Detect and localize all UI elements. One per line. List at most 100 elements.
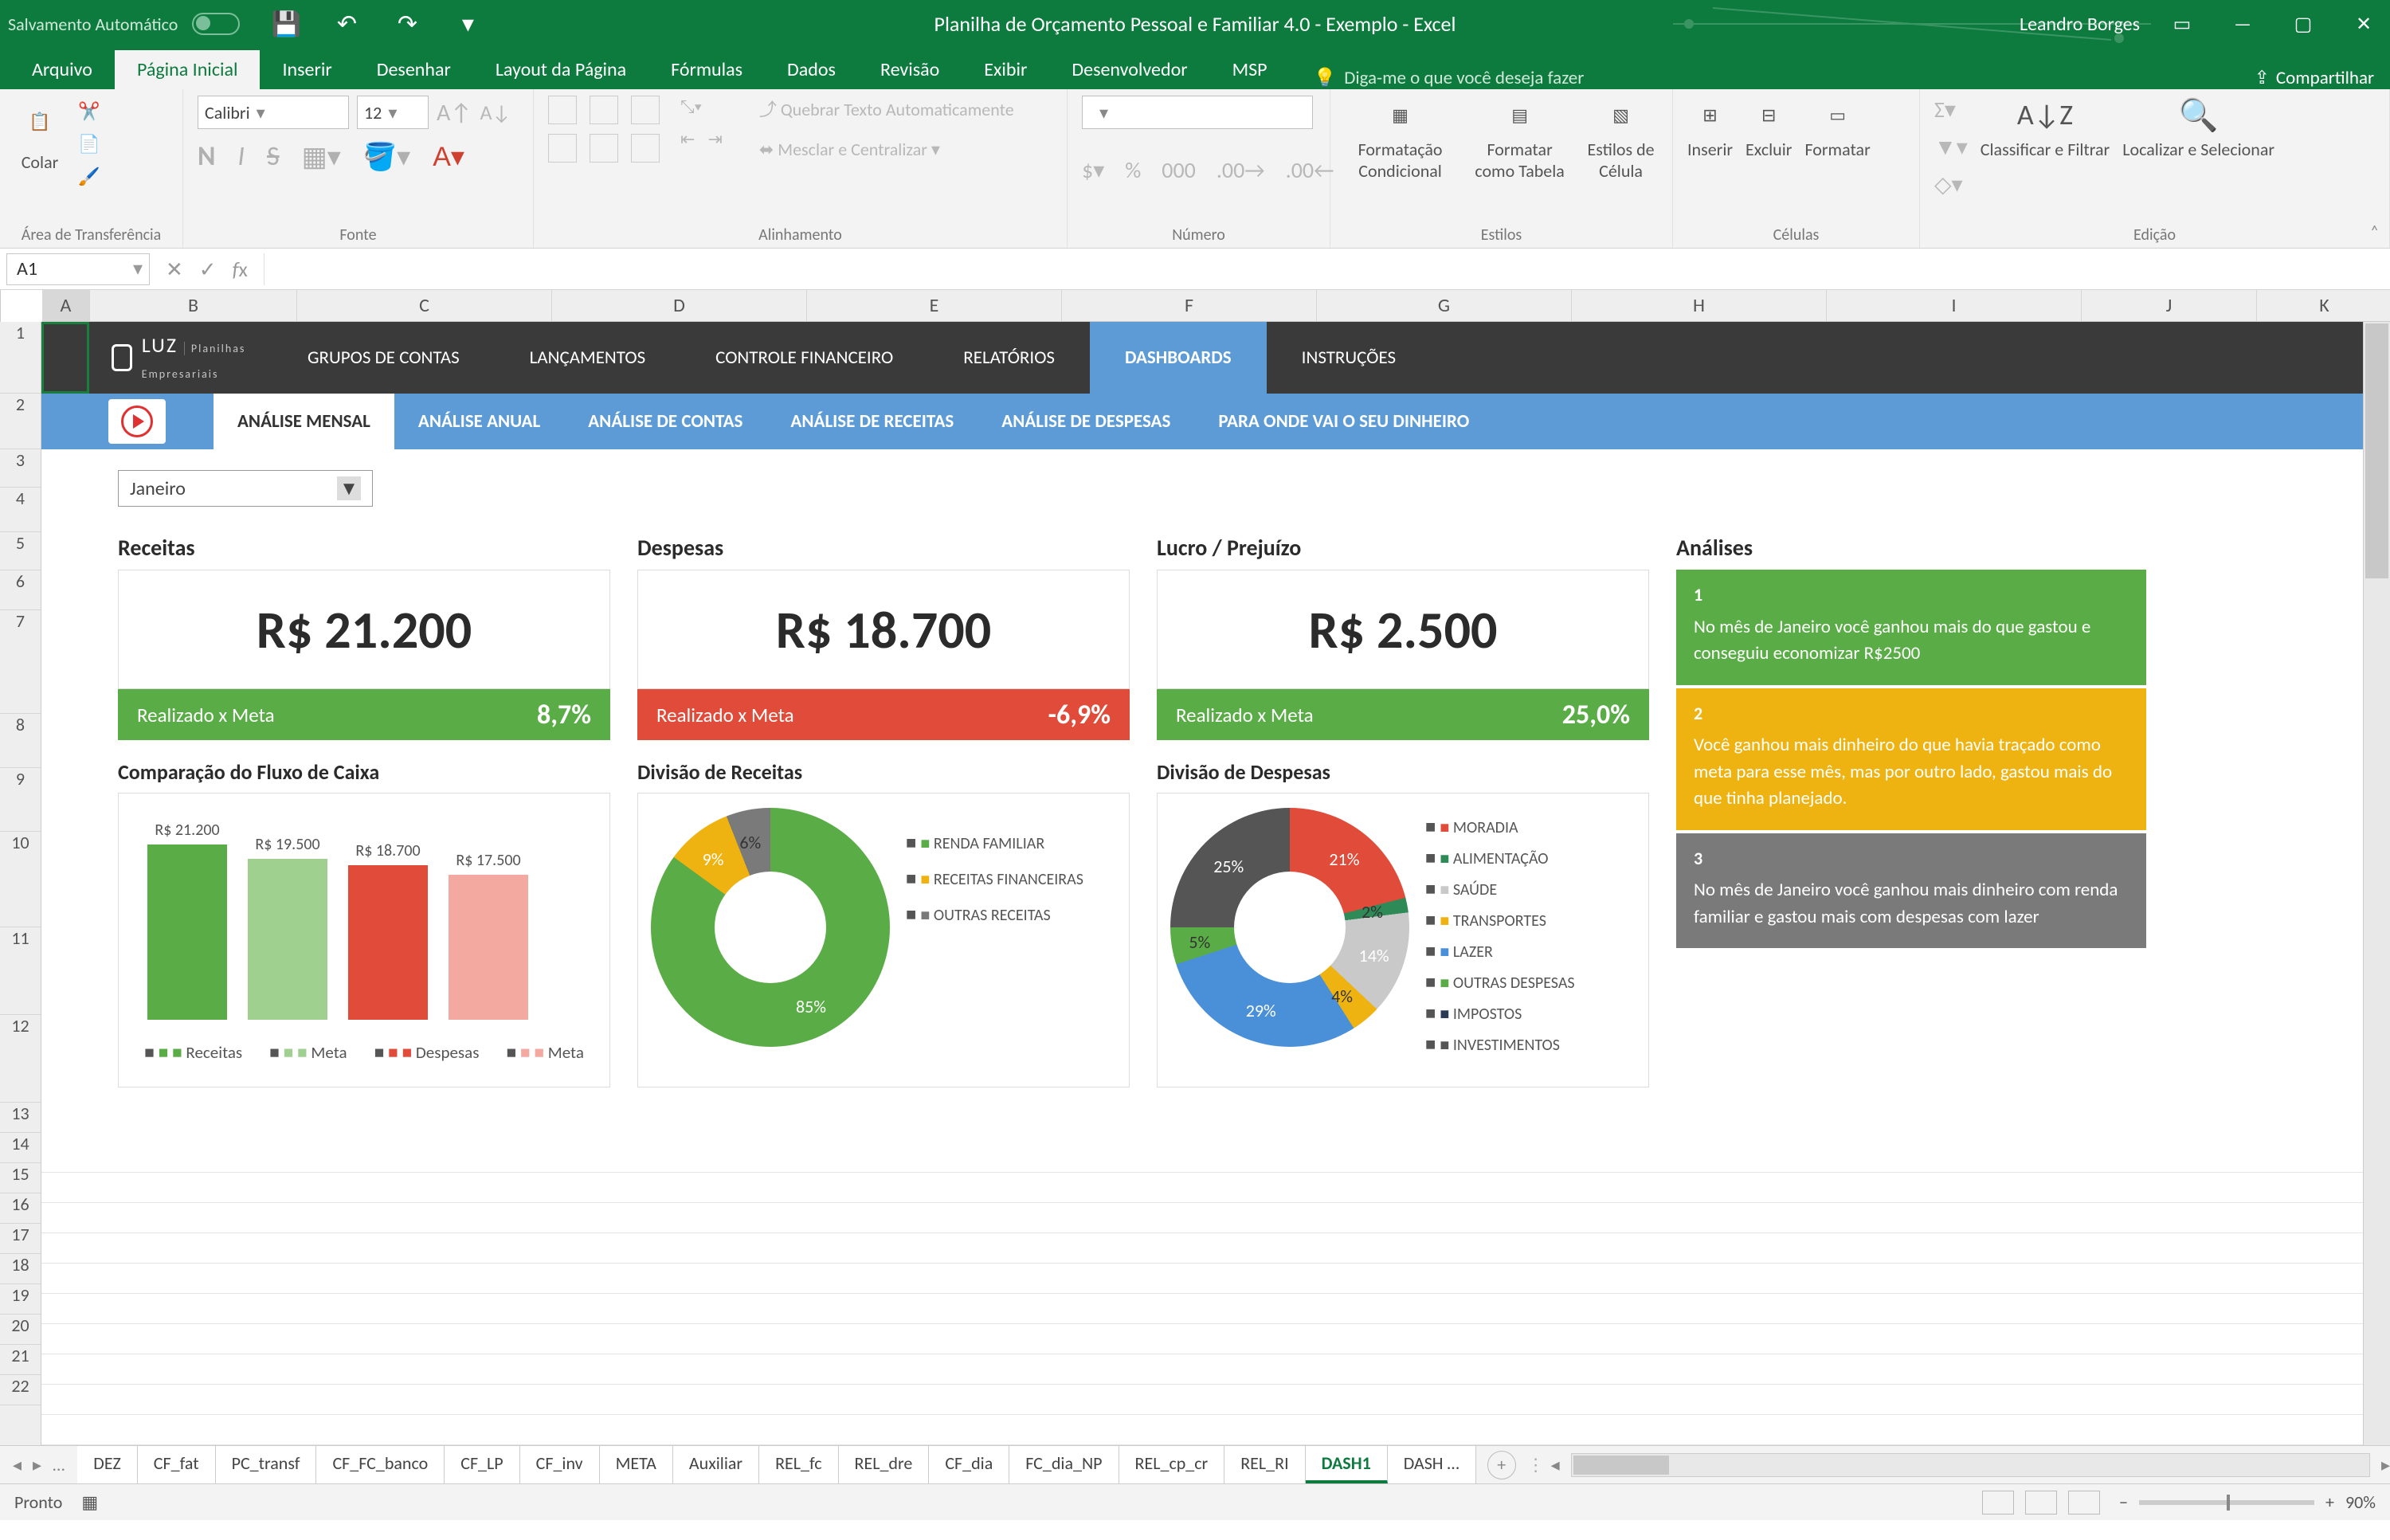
- sheet-tab[interactable]: DASH1: [1306, 1446, 1388, 1483]
- row-19[interactable]: 19: [0, 1284, 41, 1315]
- sheet-tab[interactable]: CF_LP: [445, 1446, 519, 1483]
- col-J[interactable]: J: [2082, 290, 2257, 321]
- row-12[interactable]: 12: [0, 1015, 41, 1103]
- col-K[interactable]: K: [2257, 290, 2390, 321]
- sheet-tab[interactable]: DASH …: [1388, 1446, 1476, 1483]
- format-painter-icon[interactable]: 🖌️: [78, 166, 100, 187]
- view-layout-icon[interactable]: [2025, 1491, 2057, 1515]
- play-button[interactable]: [108, 399, 166, 444]
- toggle-icon[interactable]: [192, 13, 240, 35]
- row-4[interactable]: 4: [0, 488, 41, 532]
- row-8[interactable]: 8: [0, 714, 41, 768]
- row-7[interactable]: 7: [0, 610, 41, 714]
- percent-icon[interactable]: %: [1125, 156, 1141, 184]
- row-6[interactable]: 6: [0, 570, 41, 610]
- format-as-table-button[interactable]: ▤Formatar como Tabela: [1468, 96, 1571, 182]
- select-all-corner[interactable]: [0, 290, 1, 322]
- row-2[interactable]: 2: [0, 394, 41, 449]
- cancel-formula-icon[interactable]: ✕: [166, 257, 183, 282]
- col-D[interactable]: D: [552, 290, 807, 321]
- view-switcher[interactable]: [1982, 1491, 2100, 1515]
- indent-increase-icon[interactable]: ⇥: [707, 128, 722, 150]
- row-5[interactable]: 5: [0, 532, 41, 570]
- sheet-tab[interactable]: FC_dia_NP: [1009, 1446, 1119, 1483]
- merge-center-button[interactable]: ⬌ Mesclar e Centralizar ▾: [759, 139, 1014, 160]
- row-13[interactable]: 13: [0, 1103, 41, 1133]
- ribbon-tab-revisao[interactable]: Revisão: [858, 50, 962, 89]
- row-1[interactable]: 1: [0, 322, 41, 394]
- month-dropdown[interactable]: Janeiro ▼: [118, 470, 373, 507]
- subtab-anual[interactable]: ANÁLISE ANUAL: [394, 394, 564, 449]
- ribbon-tab-layout[interactable]: Layout da Página: [473, 50, 648, 89]
- col-H[interactable]: H: [1572, 290, 1827, 321]
- row-3[interactable]: 3: [0, 449, 41, 488]
- indent-decrease-icon[interactable]: ⇤: [680, 128, 695, 150]
- ribbon-tab-msp[interactable]: MSP: [1210, 50, 1290, 89]
- sheet-tab[interactable]: PC_transf: [216, 1446, 317, 1483]
- alignment-grid[interactable]: [548, 96, 660, 163]
- wrap-text-button[interactable]: ⤴ Quebrar Texto Automaticamente: [759, 96, 1014, 121]
- currency-icon[interactable]: $▾: [1082, 156, 1104, 184]
- zoom-slider[interactable]: [2139, 1500, 2314, 1505]
- sheet-tab[interactable]: REL_dre: [839, 1446, 930, 1483]
- conditional-formatting-button[interactable]: ▦Formatação Condicional: [1345, 96, 1456, 182]
- name-box[interactable]: A1▾: [6, 253, 150, 285]
- sheet-nav-more-icon[interactable]: …: [53, 1454, 65, 1475]
- italic-icon[interactable]: I: [237, 140, 245, 173]
- ribbon-tab-exibir[interactable]: Exibir: [962, 50, 1049, 89]
- row-14[interactable]: 14: [0, 1133, 41, 1163]
- horizontal-scrollbar[interactable]: [1571, 1453, 2370, 1477]
- hscroll-left-icon[interactable]: ◂: [1551, 1454, 1560, 1475]
- clear-icon[interactable]: ◇▾: [1934, 170, 1968, 198]
- undo-icon[interactable]: ↶: [332, 10, 361, 38]
- tell-me-search[interactable]: 💡 Diga-me o que você deseja fazer: [1314, 67, 1585, 89]
- ribbon-tab-dados[interactable]: Dados: [765, 50, 858, 89]
- row-10[interactable]: 10: [0, 832, 41, 927]
- hscroll-right-icon[interactable]: ▸: [2381, 1454, 2390, 1475]
- autosave-toggle[interactable]: Salvamento Automático: [8, 13, 240, 35]
- fill-icon[interactable]: ▼▾: [1934, 133, 1968, 161]
- nav-instrucoes[interactable]: INSTRUÇÕES: [1267, 347, 1431, 370]
- sheet-nav-first-icon[interactable]: ◂: [13, 1454, 22, 1475]
- delete-cells-button[interactable]: ⊟Excluir: [1745, 96, 1792, 160]
- ribbon-options-icon[interactable]: ▭: [2164, 6, 2200, 42]
- sheet-tab[interactable]: CF_FC_banco: [316, 1446, 445, 1483]
- nav-relatorios[interactable]: RELATÓRIOS: [928, 347, 1090, 370]
- cell-styles-button[interactable]: ▧Estilos de Célula: [1584, 96, 1658, 182]
- zoom-value[interactable]: 90%: [2345, 1491, 2376, 1513]
- ribbon-tab-pagina-inicial[interactable]: Página Inicial: [115, 50, 261, 89]
- format-cells-button[interactable]: ▭Formatar: [1804, 96, 1870, 160]
- zoom-out-icon[interactable]: −: [2119, 1491, 2128, 1513]
- subtab-mensal[interactable]: ANÁLISE MENSAL: [214, 394, 394, 449]
- subtab-receitas[interactable]: ANÁLISE DE RECEITAS: [766, 394, 978, 449]
- insert-cells-button[interactable]: ⊞Inserir: [1687, 96, 1733, 160]
- row-21[interactable]: 21: [0, 1345, 41, 1375]
- empty-rows[interactable]: [41, 1142, 2363, 1445]
- row-22[interactable]: 22: [0, 1375, 41, 1405]
- sheet-tab[interactable]: DEZ: [77, 1446, 137, 1483]
- fx-icon[interactable]: fx: [233, 257, 248, 282]
- close-icon[interactable]: ✕: [2345, 6, 2382, 42]
- save-icon[interactable]: 💾: [272, 10, 300, 38]
- ribbon-tab-desenvolvedor[interactable]: Desenvolvedor: [1049, 50, 1209, 89]
- sheet-tab[interactable]: CF_fat: [138, 1446, 216, 1483]
- ribbon-tab-desenhar[interactable]: Desenhar: [355, 50, 473, 89]
- collapse-ribbon-icon[interactable]: ˄: [2370, 222, 2379, 241]
- subtab-despesas[interactable]: ANÁLISE DE DESPESAS: [978, 394, 1194, 449]
- number-format-combo[interactable]: ▾: [1082, 96, 1313, 129]
- vertical-scrollbar[interactable]: [2363, 322, 2390, 1445]
- col-A[interactable]: A: [42, 290, 90, 321]
- sheet-nav-prev-icon[interactable]: ▸: [33, 1454, 41, 1475]
- row-18[interactable]: 18: [0, 1254, 41, 1284]
- col-G[interactable]: G: [1317, 290, 1572, 321]
- nav-controle[interactable]: CONTROLE FINANCEIRO: [680, 322, 928, 394]
- macro-record-icon[interactable]: ▦: [81, 1491, 98, 1513]
- qat-customize-icon[interactable]: ▾: [453, 10, 482, 38]
- redo-icon[interactable]: ↷: [393, 10, 421, 38]
- orientation-icon[interactable]: ⤡▾: [680, 96, 723, 117]
- sheet-tab[interactable]: REL_RI: [1224, 1446, 1305, 1483]
- ribbon-tab-formulas[interactable]: Fórmulas: [648, 50, 765, 89]
- nav-dashboards[interactable]: DASHBOARDS: [1090, 322, 1267, 394]
- font-size-combo[interactable]: 12▾: [357, 96, 429, 129]
- sheet-tab[interactable]: META: [600, 1446, 673, 1483]
